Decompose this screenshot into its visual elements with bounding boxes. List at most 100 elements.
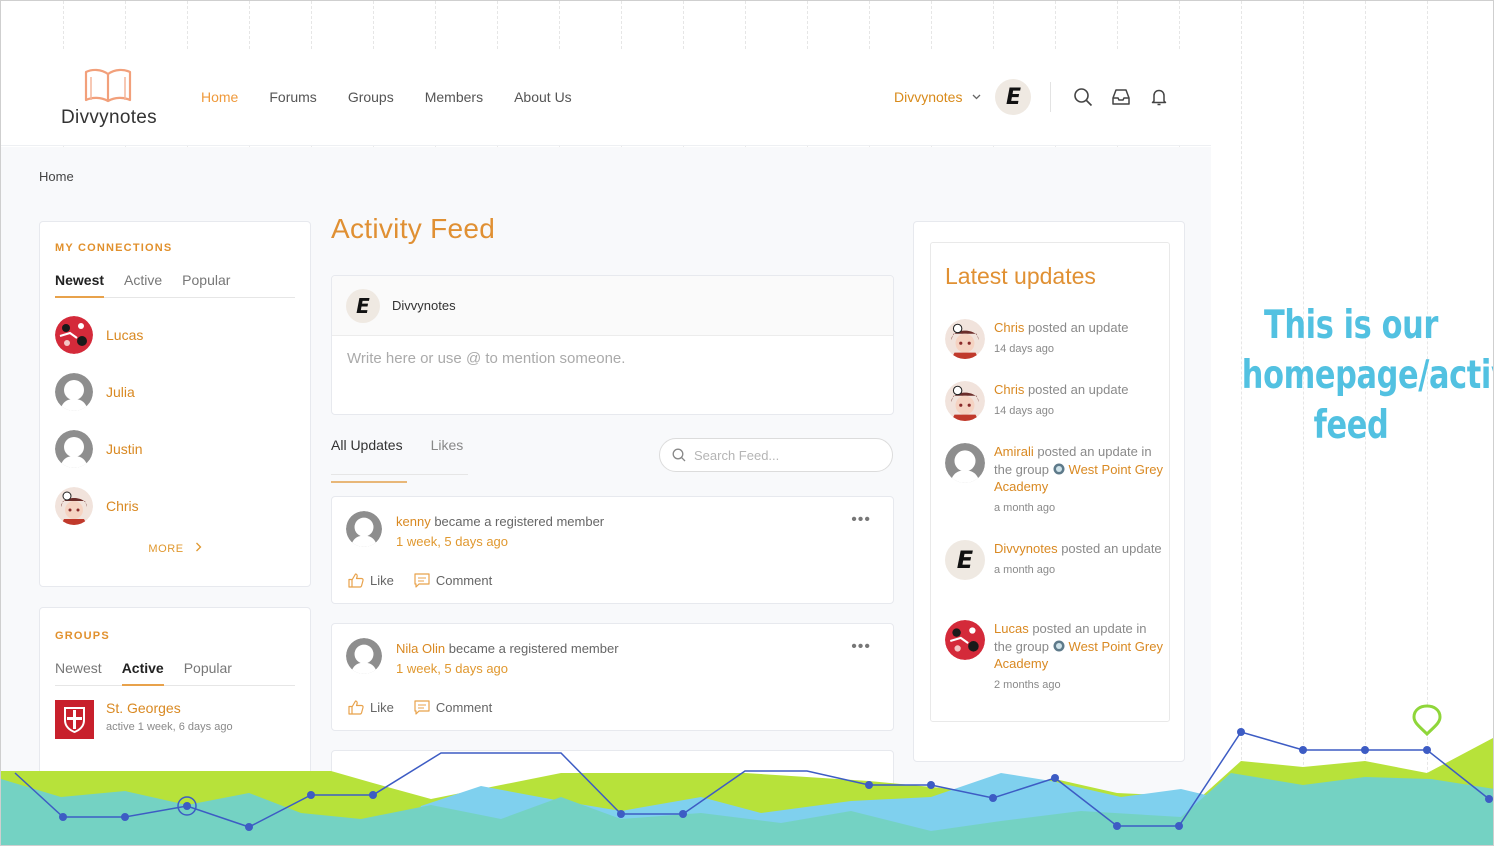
inbox-icon[interactable] — [1111, 87, 1131, 107]
update-item: Amirali posted an update in the group We… — [945, 443, 1165, 514]
post-time[interactable]: 1 week, 5 days ago — [396, 661, 508, 676]
activity-post: kenny became a registered member 1 week,… — [331, 496, 894, 604]
post-composer: E Divvynotes Write here or use @ to ment… — [331, 275, 894, 415]
tab-popular[interactable]: Popular — [182, 272, 230, 288]
member-name[interactable]: Justin — [106, 441, 143, 457]
post-author[interactable]: kenny — [396, 514, 431, 529]
list-item[interactable]: Chris — [55, 477, 295, 534]
comment-button[interactable]: Comment — [414, 573, 492, 588]
presentation-slide: Divvynotes Home Forums Groups Members Ab… — [0, 0, 1494, 846]
thumbs-up-icon — [348, 573, 364, 588]
member-name[interactable]: Chris — [106, 498, 139, 514]
composer-user: Divvynotes — [392, 298, 456, 313]
tab-active[interactable]: Active — [124, 272, 162, 288]
chevron-right-icon — [195, 542, 202, 552]
like-button[interactable]: Like — [348, 573, 394, 588]
search-icon[interactable] — [1073, 87, 1093, 107]
tab-newest[interactable]: Newest — [55, 660, 102, 676]
update-text: posted an update — [1057, 541, 1162, 556]
update-author[interactable]: Amirali — [994, 444, 1034, 459]
feed-search — [659, 438, 893, 472]
nav-item-members[interactable]: Members — [425, 89, 483, 105]
avatar — [346, 511, 382, 547]
site-header: Divvynotes Home Forums Groups Members Ab… — [1, 49, 1211, 146]
update-time: a month ago — [994, 501, 1056, 514]
update-item: E Divvynotes posted an update a month ago — [945, 540, 1165, 580]
avatar[interactable] — [945, 443, 985, 483]
user-avatar[interactable]: E — [995, 79, 1032, 115]
search-icon — [672, 448, 686, 462]
more-options-icon[interactable]: ••• — [851, 511, 871, 529]
tab-newest[interactable]: Newest — [55, 272, 105, 298]
feed-tabs: All Updates Likes — [331, 437, 464, 483]
member-name[interactable]: Lucas — [106, 327, 143, 343]
update-item: Chris posted an update 14 days ago — [945, 319, 1165, 359]
groups-tabs: Newest Active Popular — [55, 660, 295, 686]
chevron-down-icon[interactable] — [972, 94, 981, 100]
breadcrumb[interactable]: Home — [39, 169, 74, 184]
tab-active[interactable]: Active — [121, 660, 164, 686]
avatar — [55, 315, 93, 354]
list-item[interactable]: Julia — [55, 363, 295, 420]
nav-item-forums[interactable]: Forums — [269, 89, 316, 105]
update-text: posted an update — [1024, 382, 1129, 397]
update-time: 2 months ago — [994, 678, 1061, 691]
group-globe-icon — [1053, 640, 1065, 651]
avatar — [55, 372, 93, 411]
open-book-icon — [84, 68, 132, 103]
nav-item-groups[interactable]: Groups — [348, 89, 394, 105]
post-author[interactable]: Nila Olin — [396, 641, 445, 656]
connections-title: MY CONNECTIONS — [55, 242, 173, 254]
update-author[interactable]: Divvynotes — [994, 541, 1058, 556]
tab-likes[interactable]: Likes — [431, 437, 464, 453]
latest-updates-widget: Latest updates Chris posted an update 14 … — [913, 221, 1185, 762]
list-item[interactable]: Lucas — [55, 306, 295, 363]
avatar — [346, 638, 382, 674]
composer-input[interactable]: Write here or use @ to mention someone. — [332, 336, 893, 381]
update-author[interactable]: Lucas — [994, 621, 1029, 636]
main-nav: Home Forums Groups Members About Us — [201, 89, 603, 105]
avatar[interactable] — [945, 319, 985, 359]
latest-updates-title: Latest updates — [945, 263, 1096, 289]
update-time: 14 days ago — [994, 404, 1054, 417]
update-text: posted an update — [1024, 320, 1129, 335]
user-menu-name[interactable]: Divvynotes — [894, 89, 962, 105]
bell-icon[interactable] — [1149, 87, 1169, 107]
tab-all-updates[interactable]: All Updates — [331, 437, 407, 483]
list-item[interactable]: Justin — [55, 420, 295, 477]
slide-caption: This is our homepage/activity feed — [1241, 303, 1493, 448]
update-time: 14 days ago — [994, 342, 1054, 355]
avatar[interactable]: E — [945, 540, 985, 580]
comment-icon — [414, 573, 430, 588]
connections-widget: MY CONNECTIONS Newest Active Popular Luc… — [39, 221, 311, 587]
nav-item-home[interactable]: Home — [201, 89, 238, 105]
post-action: became a registered member — [434, 514, 605, 529]
update-author[interactable]: Chris — [994, 320, 1024, 335]
post-time[interactable]: 1 week, 5 days ago — [396, 534, 508, 549]
more-link[interactable]: MORE — [55, 542, 295, 555]
post-action: became a registered member — [448, 641, 619, 656]
member-name[interactable]: Julia — [106, 384, 135, 400]
groups-title: GROUPS — [55, 630, 110, 642]
connections-tabs: Newest Active Popular — [55, 272, 295, 298]
update-author[interactable]: Chris — [994, 382, 1024, 397]
connections-list: Lucas Julia Justin Chris — [55, 306, 295, 534]
update-item: Lucas posted an update in the group West… — [945, 620, 1165, 691]
page-title: Activity Feed — [331, 213, 496, 244]
avatar[interactable] — [945, 620, 985, 660]
group-globe-icon — [1053, 463, 1065, 474]
brand-name: Divvynotes — [61, 107, 157, 128]
site-logo[interactable]: Divvynotes — [57, 63, 161, 133]
avatar: E — [346, 288, 380, 323]
avatar[interactable] — [945, 381, 985, 421]
decorative-wave-graphic — [1, 704, 1493, 845]
update-item: Chris posted an update 14 days ago — [945, 381, 1165, 421]
feed-tabs-divider — [331, 474, 468, 475]
avatar — [55, 486, 93, 525]
more-options-icon[interactable]: ••• — [851, 638, 871, 656]
search-input[interactable] — [694, 447, 874, 463]
update-time: a month ago — [994, 563, 1056, 576]
nav-item-about-us[interactable]: About Us — [514, 89, 572, 105]
avatar — [55, 429, 93, 468]
tab-popular[interactable]: Popular — [184, 660, 232, 676]
